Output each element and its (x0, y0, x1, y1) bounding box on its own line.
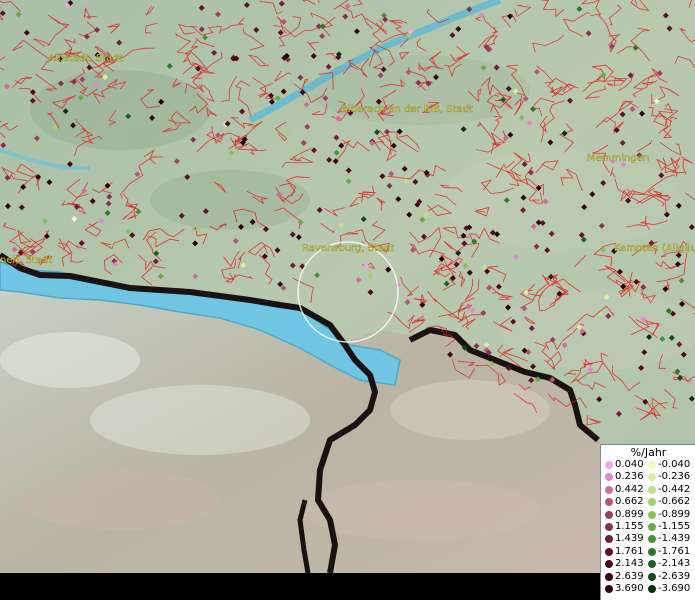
place-label: Albstadt, Stadt (48, 53, 123, 64)
bottom-bar (0, 573, 600, 600)
legend-swatch (605, 585, 613, 593)
legend-swatch (648, 535, 656, 544)
legend-swatch (605, 473, 613, 482)
legend-row: 0.442 -0.442 (601, 484, 695, 496)
legend-swatch (648, 572, 656, 581)
legend-row: 0.899 -0.899 (601, 509, 695, 521)
place-label: Memmingen (587, 153, 649, 164)
legend-value: -2.143 (658, 558, 691, 570)
legend-swatch (648, 547, 656, 556)
map-canvas[interactable]: Albstadt, Stadt Biberach an der Riß, Sta… (0, 0, 695, 573)
legend-row: 0.662 -0.662 (601, 496, 695, 508)
legend-value: 0.040 (615, 459, 644, 470)
legend-value: 1.761 (615, 545, 644, 557)
legend-swatch (648, 560, 656, 569)
legend-value: -0.040 (658, 459, 691, 470)
legend-value: 1.439 (615, 533, 644, 545)
legend-value: -1.155 (658, 521, 691, 532)
legend-swatch (605, 547, 613, 556)
legend-value: -1.439 (658, 533, 691, 545)
legend-swatch (648, 585, 656, 593)
legend-value: 0.899 (615, 508, 644, 520)
legend-row: 1.155 -1.155 (601, 521, 695, 533)
legend-value: -3.690 (658, 583, 691, 594)
legend-swatch (648, 473, 656, 482)
legend-swatch (605, 461, 613, 469)
legend: %/Jahr 0.040 -0.040 0.236 -0.236 0.442 -0.442… (600, 444, 695, 600)
legend-swatch (605, 485, 613, 494)
legend-swatch (605, 523, 613, 531)
legend-swatch (605, 572, 613, 581)
legend-swatch (648, 498, 656, 507)
legend-value: -0.662 (658, 496, 691, 508)
place-label: nel), Stadt (0, 255, 52, 266)
legend-row: 1.439 -1.439 (601, 533, 695, 545)
legend-value: -2.639 (658, 570, 691, 582)
legend-value: -0.899 (658, 508, 691, 520)
legend-value: 0.236 (615, 471, 644, 483)
legend-value: 0.442 (615, 483, 644, 495)
legend-value: -0.236 (658, 471, 691, 483)
legend-row: 2.143 -2.143 (601, 558, 695, 570)
legend-row: 1.761 -1.761 (601, 546, 695, 558)
legend-swatch (648, 461, 656, 469)
legend-swatch (605, 510, 613, 519)
legend-row: 3.690 -3.690 (601, 583, 695, 595)
legend-row: 0.236 -0.236 (601, 471, 695, 483)
legend-swatch (648, 523, 656, 531)
legend-swatch (648, 510, 656, 519)
legend-value: -0.442 (658, 483, 691, 495)
place-label: Kempten (Allgäu) (614, 243, 695, 254)
place-label: Biberach an der Riß, Stadt (341, 104, 473, 115)
legend-swatch (648, 485, 656, 494)
legend-row: 0.040 -0.040 (601, 459, 695, 471)
legend-row: 2.639 -2.639 (601, 571, 695, 583)
legend-swatch (605, 498, 613, 507)
place-label: Ravensburg, Stadt (302, 243, 395, 254)
legend-value: 2.639 (615, 570, 644, 582)
legend-value: 0.662 (615, 496, 644, 508)
legend-title: %/Jahr (630, 446, 667, 459)
legend-value: 2.143 (615, 558, 644, 570)
legend-value: -1.761 (658, 545, 691, 557)
legend-swatch (605, 535, 613, 544)
legend-value: 3.690 (615, 583, 644, 594)
legend-swatch (605, 560, 613, 569)
legend-value: 1.155 (615, 521, 644, 532)
